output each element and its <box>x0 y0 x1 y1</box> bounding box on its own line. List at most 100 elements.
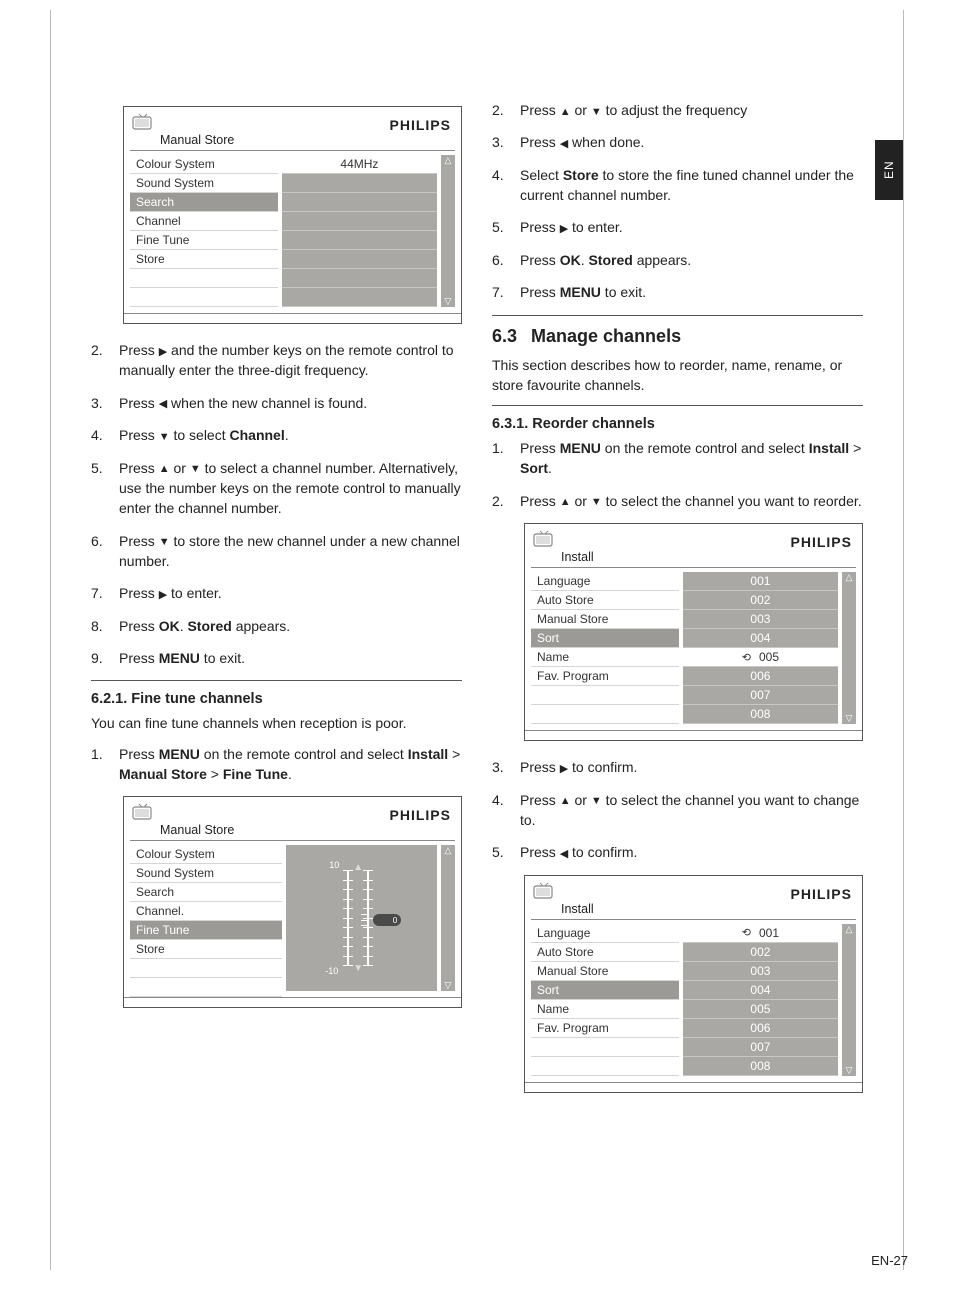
channel-value: 006 <box>683 1019 838 1038</box>
fine-tune-slider: 10 -10 ▲ ▼ 0 <box>286 845 438 991</box>
channel-value: 003 <box>683 610 838 629</box>
step-body: Press ▲ or ▼ to select the channel you w… <box>520 790 863 831</box>
menu-item: Sound System <box>130 174 278 193</box>
step-body: Press ▼ to store the new channel under a… <box>119 531 462 572</box>
down-arrow-icon: ▼ <box>159 430 170 446</box>
right-arrow-icon: ▶ <box>159 345 167 361</box>
tv-menu-title: Install <box>525 902 862 919</box>
scroll-up-icon: △ <box>445 156 452 165</box>
slider-up-icon: ▲ <box>353 862 363 873</box>
tv-icon <box>531 530 557 550</box>
step-number: 6. <box>492 250 520 270</box>
scroll-strip: △▽ <box>842 572 856 724</box>
channel-value: 007 <box>683 1038 838 1057</box>
menu-item: Fine Tune <box>130 231 278 250</box>
step-body: Press MENU to exit. <box>520 282 863 302</box>
step-body: Press MENU on the remote control and sel… <box>520 438 863 479</box>
swap-icon: ⟲ <box>742 926 751 939</box>
step-body: Press MENU on the remote control and sel… <box>119 744 462 785</box>
slider-max-label: 10 <box>329 860 339 870</box>
channel-value: 003 <box>683 962 838 981</box>
menu-item: Language <box>531 924 679 943</box>
menu-item <box>130 978 282 997</box>
step-number: 3. <box>492 757 520 777</box>
menu-value <box>282 231 437 250</box>
step-number: 1. <box>492 438 520 479</box>
menu-item: Sound System <box>130 864 282 883</box>
step-number: 7. <box>91 583 119 603</box>
right-arrow-icon: ▶ <box>560 222 568 238</box>
menu-value <box>282 212 437 231</box>
tv-menu-install-1: PHILIPS Install LanguageAuto StoreManual… <box>524 523 863 741</box>
step-body: Press OK. Stored appears. <box>520 250 863 270</box>
swap-icon: ⟲ <box>742 651 751 664</box>
tv-icon <box>531 882 557 902</box>
step-body: Press ▼ to select Channel. <box>119 425 462 445</box>
down-arrow-icon: ▼ <box>159 535 170 551</box>
down-arrow-icon: ▼ <box>591 105 602 121</box>
menu-item-selected: Search <box>130 193 278 212</box>
slider-knob: 0 <box>373 914 401 926</box>
menu-item: Manual Store <box>531 962 679 981</box>
menu-value <box>282 250 437 269</box>
step-body: Press ◀ when done. <box>520 132 863 152</box>
channel-value: 001 <box>683 572 838 591</box>
step-number: 6. <box>91 531 119 572</box>
step-body: Press ▶ to confirm. <box>520 757 863 777</box>
step-body: Press MENU to exit. <box>119 648 462 668</box>
section-heading: 6.3Manage channels <box>492 326 863 347</box>
language-tab: EN <box>875 140 903 200</box>
step-number: 2. <box>91 340 119 381</box>
step-body: Select Store to store the fine tuned cha… <box>520 165 863 206</box>
up-arrow-icon: ▲ <box>560 105 571 121</box>
step-body: Press ▲ or ▼ to select the channel you w… <box>520 491 863 511</box>
scroll-strip: △▽ <box>842 924 856 1076</box>
menu-item <box>531 1038 679 1057</box>
channel-value: ⟲005 <box>683 648 838 667</box>
menu-item: Colour System <box>130 845 282 864</box>
menu-item <box>130 269 278 288</box>
up-arrow-icon: ▲ <box>560 794 571 810</box>
menu-item <box>531 1057 679 1076</box>
menu-item: Fav. Program <box>531 1019 679 1038</box>
channel-value: 005 <box>683 1000 838 1019</box>
step-number: 4. <box>492 165 520 206</box>
menu-item: Auto Store <box>531 591 679 610</box>
channel-value: 004 <box>683 629 838 648</box>
brand-logo: PHILIPS <box>791 534 852 550</box>
menu-value <box>282 174 437 193</box>
step-number: 9. <box>91 648 119 668</box>
step-number: 2. <box>492 491 520 511</box>
brand-logo: PHILIPS <box>390 117 451 133</box>
menu-item-selected: Fine Tune <box>130 921 282 940</box>
tv-menu-title: Install <box>525 550 862 567</box>
brand-logo: PHILIPS <box>791 886 852 902</box>
menu-item: Colour System <box>130 155 278 174</box>
slider-min-label: -10 <box>325 966 338 976</box>
subsection-heading: 6.3.1. Reorder channels <box>492 416 863 432</box>
menu-item: Name <box>531 1000 679 1019</box>
step-body: Press ▶ and the number keys on the remot… <box>119 340 462 381</box>
menu-item: Channel. <box>130 902 282 921</box>
left-arrow-icon: ◀ <box>560 847 568 863</box>
page-number: EN-27 <box>871 1253 908 1268</box>
menu-value <box>282 288 437 307</box>
channel-value: 002 <box>683 591 838 610</box>
slider-down-icon: ▼ <box>353 963 363 974</box>
left-arrow-icon: ◀ <box>159 397 167 413</box>
down-arrow-icon: ▼ <box>591 794 602 810</box>
tv-menu-manual-store-1: PHILIPS Manual Store Colour System Sound… <box>123 106 462 324</box>
menu-item-selected: Sort <box>531 629 679 648</box>
channel-value: 007 <box>683 686 838 705</box>
step-number: 5. <box>91 458 119 519</box>
up-arrow-icon: ▲ <box>159 462 170 478</box>
scroll-strip: △▽ <box>441 845 455 991</box>
steps-list: 2.Press ▶ and the number keys on the rem… <box>91 340 462 668</box>
step-body: Press ▶ to enter. <box>520 217 863 237</box>
step-body: Press ▶ to enter. <box>119 583 462 603</box>
channel-value: 004 <box>683 981 838 1000</box>
menu-value: 44MHz <box>282 155 437 174</box>
step-body: Press ▲ or ▼ to adjust the frequency <box>520 100 863 120</box>
scroll-strip: △ ▽ <box>441 155 455 307</box>
menu-item: Store <box>130 940 282 959</box>
